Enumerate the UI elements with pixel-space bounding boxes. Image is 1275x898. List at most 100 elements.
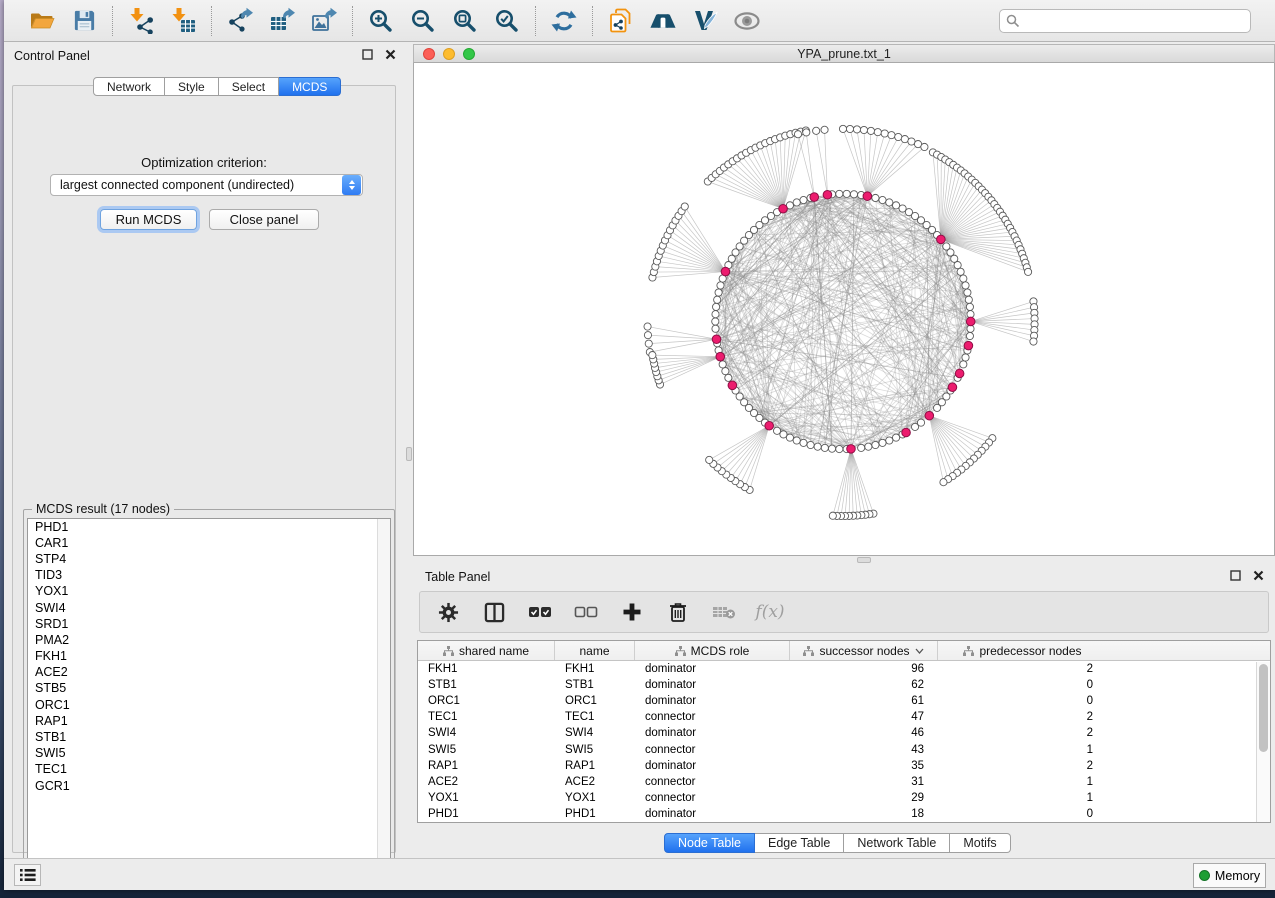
table-row[interactable]: SWI4SWI4dominator462: [418, 725, 1270, 741]
table-row[interactable]: FKH1FKH1dominator962: [418, 661, 1270, 677]
share-publish-button[interactable]: [607, 7, 635, 35]
import-network-button[interactable]: [127, 7, 155, 35]
tab-node-table[interactable]: Node Table: [664, 833, 755, 853]
cell-role[interactable]: dominator: [635, 679, 790, 691]
cell-predecessors[interactable]: 0: [938, 679, 1107, 691]
vizmapper-button[interactable]: [691, 7, 719, 35]
zoom-selected-button[interactable]: [493, 7, 521, 35]
tab-select[interactable]: Select: [219, 77, 279, 96]
zoom-out-button[interactable]: [409, 7, 437, 35]
network-window-titlebar[interactable]: YPA_prune.txt_1: [413, 44, 1275, 63]
close-table-panel-button[interactable]: [1252, 569, 1265, 582]
tab-style[interactable]: Style: [165, 77, 219, 96]
column-header-name[interactable]: name: [555, 641, 635, 660]
zoom-in-button[interactable]: [367, 7, 395, 35]
network-canvas[interactable]: [413, 63, 1275, 556]
mcds-result-list[interactable]: PHD1CAR1STP4TID3YOX1SWI4SRD1PMA2FKH1ACE2…: [27, 518, 391, 876]
mcds-list-scrollbar[interactable]: [377, 519, 390, 875]
table-scrollbar[interactable]: [1256, 662, 1270, 823]
mcds-result-item[interactable]: ACE2: [28, 665, 390, 681]
tab-edge-table[interactable]: Edge Table: [755, 833, 844, 853]
tab-motifs[interactable]: Motifs: [950, 833, 1010, 853]
column-header-MCDS-role[interactable]: MCDS role: [635, 641, 790, 660]
table-row[interactable]: SWI5SWI5connector431: [418, 741, 1270, 757]
splitter-grip[interactable]: [857, 557, 871, 563]
cell-name[interactable]: FKH1: [555, 663, 635, 675]
cell-name[interactable]: SWI5: [555, 744, 635, 756]
horizontal-splitter[interactable]: [413, 556, 1275, 565]
cell-shared_name[interactable]: SWI4: [418, 727, 555, 739]
cell-predecessors[interactable]: 2: [938, 727, 1107, 739]
cell-successors[interactable]: 35: [790, 760, 938, 772]
cell-predecessors[interactable]: 2: [938, 711, 1107, 723]
delete-column-button[interactable]: [666, 600, 690, 624]
table-row[interactable]: TEC1TEC1connector472: [418, 709, 1270, 725]
cell-successors[interactable]: 47: [790, 711, 938, 723]
tab-mcds[interactable]: MCDS: [279, 77, 341, 96]
mcds-result-item[interactable]: SWI5: [28, 746, 390, 762]
cell-role[interactable]: connector: [635, 776, 790, 788]
cell-name[interactable]: TEC1: [555, 711, 635, 723]
table-settings-button[interactable]: [436, 600, 460, 624]
table-row[interactable]: ORC1ORC1dominator610: [418, 693, 1270, 709]
cell-successors[interactable]: 96: [790, 663, 938, 675]
mcds-result-item[interactable]: TEC1: [28, 762, 390, 778]
mcds-result-item[interactable]: GCR1: [28, 778, 390, 794]
cell-name[interactable]: ORC1: [555, 695, 635, 707]
table-row[interactable]: RAP1RAP1dominator352: [418, 758, 1270, 774]
float-table-panel-button[interactable]: [1229, 569, 1242, 582]
cell-shared_name[interactable]: TEC1: [418, 711, 555, 723]
cell-successors[interactable]: 43: [790, 744, 938, 756]
mcds-result-item[interactable]: SWI4: [28, 600, 390, 616]
cell-shared_name[interactable]: STB1: [418, 679, 555, 691]
cell-role[interactable]: dominator: [635, 695, 790, 707]
cell-successors[interactable]: 29: [790, 792, 938, 804]
mcds-result-item[interactable]: CAR1: [28, 535, 390, 551]
column-header-successor-nodes[interactable]: successor nodes: [790, 641, 938, 660]
mcds-result-item[interactable]: STB5: [28, 681, 390, 697]
cell-predecessors[interactable]: 0: [938, 808, 1107, 820]
cell-shared_name[interactable]: PHD1: [418, 808, 555, 820]
table-scrollbar-thumb[interactable]: [1259, 664, 1268, 752]
cell-shared_name[interactable]: FKH1: [418, 663, 555, 675]
cell-successors[interactable]: 18: [790, 808, 938, 820]
cell-role[interactable]: dominator: [635, 808, 790, 820]
export-table-button[interactable]: [268, 7, 296, 35]
cell-predecessors[interactable]: 0: [938, 695, 1107, 707]
table-row[interactable]: YOX1YOX1connector291: [418, 790, 1270, 806]
mcds-result-item[interactable]: PHD1: [28, 519, 390, 535]
cell-successors[interactable]: 31: [790, 776, 938, 788]
deselect-all-button[interactable]: [574, 600, 598, 624]
table-row[interactable]: STB1STB1dominator620: [418, 677, 1270, 693]
cell-role[interactable]: connector: [635, 711, 790, 723]
cell-name[interactable]: STB1: [555, 679, 635, 691]
close-panel-button[interactable]: [384, 48, 397, 61]
cell-predecessors[interactable]: 2: [938, 663, 1107, 675]
column-header-shared-name[interactable]: shared name: [418, 641, 555, 660]
import-table-button[interactable]: [169, 7, 197, 35]
cell-successors[interactable]: 62: [790, 679, 938, 691]
cell-name[interactable]: YOX1: [555, 792, 635, 804]
cell-shared_name[interactable]: ACE2: [418, 776, 555, 788]
save-session-button[interactable]: [70, 7, 98, 35]
mcds-result-item[interactable]: FKH1: [28, 649, 390, 665]
cell-predecessors[interactable]: 2: [938, 760, 1107, 772]
table-row[interactable]: PHD1PHD1dominator180: [418, 806, 1270, 822]
add-column-button[interactable]: [620, 600, 644, 624]
show-columns-button[interactable]: [482, 600, 506, 624]
run-mcds-button[interactable]: Run MCDS: [100, 209, 197, 230]
search-network-button[interactable]: [649, 7, 677, 35]
table-row[interactable]: ACE2ACE2connector311: [418, 774, 1270, 790]
cell-role[interactable]: dominator: [635, 760, 790, 772]
cell-role[interactable]: dominator: [635, 727, 790, 739]
tab-network-table[interactable]: Network Table: [844, 833, 950, 853]
zoom-fit-button[interactable]: [451, 7, 479, 35]
search-input[interactable]: [999, 9, 1251, 33]
task-history-button[interactable]: [14, 864, 41, 886]
mcds-result-item[interactable]: PMA2: [28, 632, 390, 648]
cell-role[interactable]: connector: [635, 792, 790, 804]
column-header-predecessor-nodes[interactable]: predecessor nodes: [938, 641, 1107, 660]
cell-shared_name[interactable]: YOX1: [418, 792, 555, 804]
export-image-button[interactable]: [310, 7, 338, 35]
cell-predecessors[interactable]: 1: [938, 776, 1107, 788]
